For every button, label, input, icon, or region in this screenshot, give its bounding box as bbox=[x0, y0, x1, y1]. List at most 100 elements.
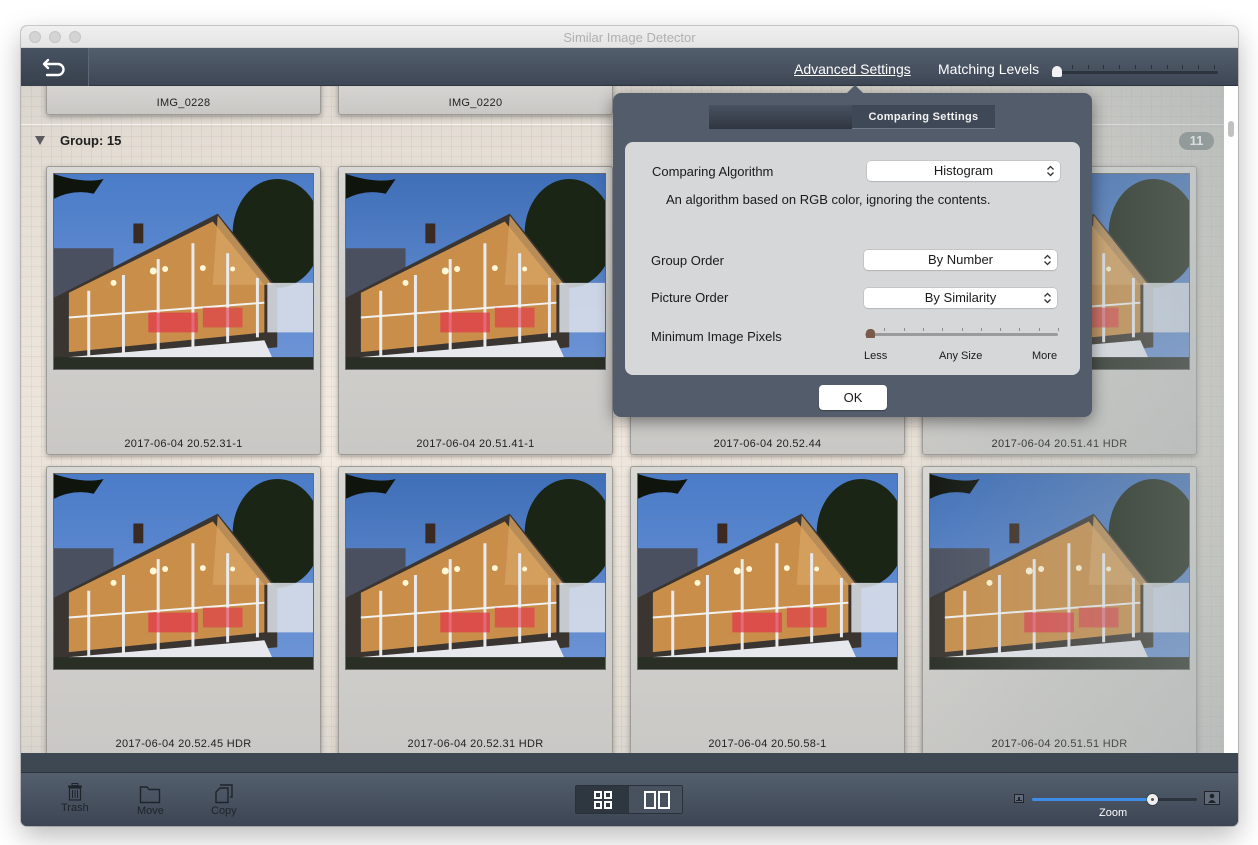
matching-levels-thumb[interactable] bbox=[1052, 66, 1062, 77]
ok-button[interactable]: OK bbox=[819, 385, 887, 410]
comparing-algorithm-label: Comparing Algorithm bbox=[652, 164, 774, 179]
group-order-select[interactable]: By Number bbox=[864, 250, 1057, 270]
copy-icon bbox=[215, 784, 233, 804]
app-window: Similar Image Detector Advanced Settings… bbox=[21, 26, 1238, 826]
group-order-value: By Number bbox=[927, 252, 994, 267]
trash-button[interactable]: Trash bbox=[61, 783, 89, 814]
bottom-toolbar: Trash Move Copy Zoom bbox=[21, 772, 1238, 826]
zoom-fill bbox=[1032, 798, 1153, 801]
trash-label: Trash bbox=[61, 802, 89, 814]
pixels-slider-tick bbox=[1058, 328, 1059, 331]
image-card[interactable]: IMG_0220 bbox=[338, 86, 613, 115]
pixels-min-label: Less bbox=[864, 350, 888, 362]
tab-empty[interactable] bbox=[709, 105, 852, 129]
image-caption: 2017-06-04 20.51.51 HDR bbox=[991, 738, 1128, 750]
image-caption: 2017-06-04 20.52.44 bbox=[713, 438, 822, 450]
folder-icon bbox=[140, 786, 161, 804]
matching-level-tick bbox=[1166, 65, 1168, 69]
photo-frame bbox=[345, 173, 606, 370]
minimum-image-pixels-slider[interactable] bbox=[865, 328, 1059, 342]
matching-level-tick bbox=[1071, 65, 1073, 69]
image-card[interactable]: IMG_0228 bbox=[46, 86, 321, 115]
photo-frame bbox=[53, 473, 314, 670]
image-caption: IMG_0220 bbox=[448, 97, 503, 109]
image-card[interactable]: 2017-06-04 20.51.41-1 bbox=[338, 166, 613, 455]
grid-view-button[interactable] bbox=[576, 786, 629, 813]
matching-level-tick bbox=[1198, 65, 1200, 69]
pixels-slider-thumb[interactable] bbox=[866, 329, 875, 338]
zoom-thumb[interactable] bbox=[1147, 794, 1159, 805]
pixels-slider-tick bbox=[942, 328, 944, 331]
compare-view-icon bbox=[643, 790, 670, 809]
photo-frame bbox=[929, 473, 1190, 670]
picture-order-value: By Similarity bbox=[924, 290, 997, 305]
bottom-divider-strip bbox=[21, 753, 1238, 772]
comparing-algorithm-select[interactable]: Histogram bbox=[867, 161, 1060, 181]
back-button[interactable] bbox=[21, 48, 89, 86]
top-toolbar: Advanced Settings Matching Levels bbox=[21, 48, 1238, 86]
image-card[interactable]: 2017-06-04 20.51.51 HDR bbox=[922, 466, 1197, 753]
pixels-mid-label: Any Size bbox=[939, 350, 983, 362]
picture-order-select[interactable]: By Similarity bbox=[864, 288, 1057, 308]
photo-thumbnail bbox=[54, 174, 313, 369]
compare-view-button[interactable] bbox=[629, 786, 682, 813]
scrollbar-thumb[interactable] bbox=[1228, 121, 1234, 137]
pixels-slider-tick bbox=[884, 328, 886, 331]
photo-thumbnail bbox=[346, 474, 605, 669]
matching-levels-slider[interactable] bbox=[1052, 65, 1218, 77]
minimum-image-pixels-label: Minimum Image Pixels bbox=[651, 329, 782, 344]
pixels-max-label: More bbox=[1032, 350, 1058, 362]
vertical-scrollbar[interactable] bbox=[1224, 86, 1238, 753]
tab-comparing-settings[interactable]: Comparing Settings bbox=[852, 105, 995, 129]
photo-frame bbox=[345, 473, 606, 670]
pixels-slider-track bbox=[865, 333, 1058, 336]
matching-levels-track bbox=[1056, 71, 1218, 74]
zoom-label: Zoom bbox=[1099, 807, 1128, 819]
advanced-settings-popover: Comparing Settings Comparing Algorithm H… bbox=[613, 85, 1092, 417]
large-image-icon[interactable] bbox=[1204, 791, 1220, 805]
photo-frame bbox=[637, 473, 898, 670]
photo-thumbnail bbox=[930, 474, 1189, 669]
window-title: Similar Image Detector bbox=[563, 30, 696, 45]
copy-button[interactable]: Copy bbox=[211, 784, 237, 817]
matching-levels-label: Matching Levels bbox=[938, 61, 1040, 77]
image-caption: 2017-06-04 20.51.41-1 bbox=[416, 438, 535, 450]
photo-thumbnail bbox=[54, 474, 313, 669]
group-count-badge: 11 bbox=[1179, 132, 1214, 150]
pixels-slider-tick bbox=[1000, 328, 1002, 331]
advanced-settings-link[interactable]: Advanced Settings bbox=[794, 61, 911, 77]
move-button[interactable]: Move bbox=[137, 784, 164, 817]
trash-icon bbox=[67, 783, 82, 801]
image-caption: IMG_0228 bbox=[156, 97, 211, 109]
matching-level-tick bbox=[1150, 65, 1152, 69]
pixels-slider-tick bbox=[961, 328, 963, 331]
image-caption: 2017-06-04 20.52.31-1 bbox=[124, 438, 243, 450]
image-caption: 2017-06-04 20.51.41 HDR bbox=[991, 438, 1128, 450]
matching-level-tick bbox=[1214, 65, 1215, 69]
image-card[interactable]: 2017-06-04 20.52.45 HDR bbox=[46, 466, 321, 753]
matching-level-tick bbox=[1087, 65, 1089, 69]
pixels-slider-tick bbox=[903, 328, 905, 331]
pixels-slider-tick bbox=[980, 328, 982, 331]
zoom-slider[interactable] bbox=[1032, 794, 1197, 805]
image-card[interactable]: 2017-06-04 20.50.58-1 bbox=[630, 466, 905, 753]
algorithm-description: An algorithm based on RGB color, ignorin… bbox=[666, 192, 991, 207]
matching-level-tick bbox=[1135, 65, 1136, 69]
settings-panel: Comparing Algorithm Histogram An algorit… bbox=[625, 142, 1080, 375]
undo-arrow-icon bbox=[42, 58, 65, 77]
photo-frame bbox=[53, 173, 314, 370]
popover-arrow bbox=[846, 85, 864, 94]
photo-thumbnail bbox=[346, 174, 605, 369]
popover-tabs: Comparing Settings bbox=[709, 105, 995, 129]
matching-level-tick bbox=[1182, 65, 1184, 69]
image-card[interactable]: 2017-06-04 20.52.31 HDR bbox=[338, 466, 613, 753]
comparing-algorithm-value: Histogram bbox=[933, 163, 994, 178]
image-card[interactable]: 2017-06-04 20.52.31-1 bbox=[46, 166, 321, 455]
matching-level-tick bbox=[1103, 65, 1105, 69]
pixels-slider-tick bbox=[1038, 328, 1040, 331]
small-image-icon[interactable] bbox=[1014, 794, 1024, 803]
group-order-label: Group Order bbox=[651, 253, 724, 268]
picture-order-label: Picture Order bbox=[651, 290, 729, 305]
chevron-up-down-icon bbox=[1047, 165, 1054, 177]
disclosure-triangle-icon[interactable] bbox=[35, 136, 45, 145]
